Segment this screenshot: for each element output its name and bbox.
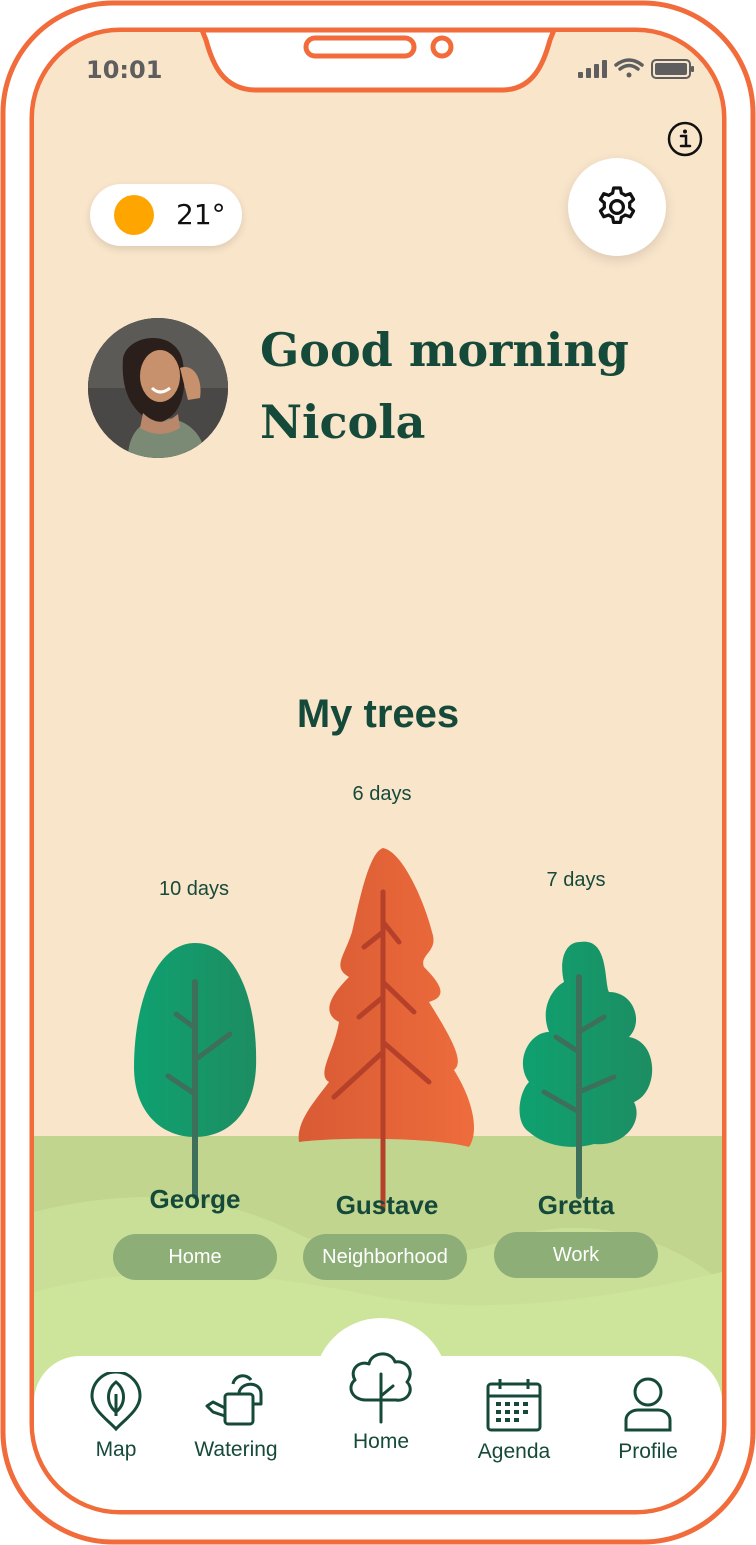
tag-neighborhood[interactable]: Neighborhood [303, 1234, 467, 1280]
weather-widget[interactable]: 21° [90, 184, 242, 246]
map-pin-leaf-icon [90, 1372, 142, 1432]
my-trees-title: My trees [296, 692, 460, 736]
tree-gustave[interactable] [298, 848, 474, 1213]
tag-home[interactable]: Home [113, 1234, 277, 1280]
greeting: Good morning Nicola [260, 314, 700, 458]
user-icon [624, 1377, 672, 1432]
sun-icon [114, 195, 154, 235]
tree-name-gustave: Gustave [335, 1190, 439, 1220]
app-screen: 10:01 21° Good morning Nicola My trees 1… [34, 32, 722, 1510]
status-icons [578, 58, 694, 79]
settings-button[interactable] [568, 158, 666, 256]
battery-icon [651, 59, 694, 79]
nav-profile[interactable]: Profile [588, 1374, 708, 1464]
wifi-icon [614, 58, 644, 78]
tag-work[interactable]: Work [494, 1232, 658, 1278]
gear-icon [598, 186, 636, 224]
nav-label-home: Home [352, 1430, 410, 1453]
nav-label-map: Map [95, 1438, 137, 1461]
nav-watering[interactable]: Watering [176, 1372, 296, 1462]
watering-can-icon [205, 1374, 263, 1426]
tree-name-george: George [149, 1184, 241, 1214]
avatar[interactable] [88, 318, 228, 458]
nav-label-profile: Profile [618, 1440, 678, 1463]
tree-gretta[interactable] [519, 941, 653, 1199]
nav-label-watering: Watering [194, 1438, 278, 1461]
nav-label-agenda: Agenda [477, 1440, 551, 1463]
tree-home-icon [349, 1352, 412, 1424]
tree-name-gretta: Gretta [537, 1190, 615, 1220]
nav-agenda[interactable]: Agenda [454, 1376, 574, 1464]
nav-home[interactable]: Home [321, 1344, 441, 1454]
temperature: 21° [176, 198, 226, 231]
calendar-icon [486, 1379, 542, 1432]
info-icon[interactable] [666, 120, 704, 158]
greeting-line: Good morning [260, 323, 629, 377]
user-name: Nicola [260, 395, 426, 449]
nav-map[interactable]: Map [56, 1372, 176, 1462]
tree-george[interactable] [134, 943, 257, 1199]
signal-icon [578, 60, 607, 78]
status-time: 10:01 [86, 56, 163, 84]
avatar-image [88, 318, 228, 458]
